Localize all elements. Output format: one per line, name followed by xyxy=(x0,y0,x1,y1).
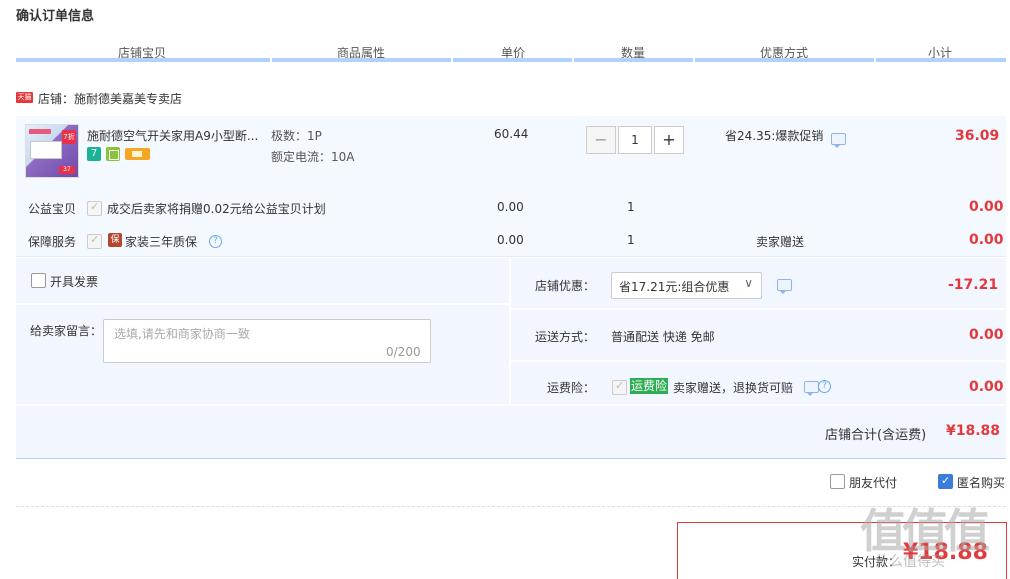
store-total-label: 店铺合计(含运费) xyxy=(825,428,927,443)
item-subtotal: 36.09 xyxy=(955,128,1000,144)
quantity-input[interactable]: 1 xyxy=(618,126,652,154)
watermark-text: 什么值得买 xyxy=(875,554,945,570)
help-icon[interactable]: ? xyxy=(818,380,831,393)
divider xyxy=(511,308,1006,310)
shipping-value: 普通配送 快递 免邮 xyxy=(611,330,715,344)
warranty-label: 保障服务 xyxy=(28,235,77,249)
store-discount-amount: -17.21 xyxy=(948,277,999,293)
quantity-stepper: − 1 + xyxy=(586,126,684,154)
chat-bubble-icon[interactable] xyxy=(777,279,792,294)
quantity-minus-button[interactable]: − xyxy=(586,126,616,154)
warranty-desc: 家装三年质保 xyxy=(125,235,198,249)
friend-pay-label[interactable]: 朋友代付 xyxy=(849,474,897,491)
header-underline xyxy=(453,58,572,62)
chat-bubble-icon[interactable] xyxy=(804,381,819,396)
warranty-price: 0.00 xyxy=(497,233,524,247)
quantity-plus-button[interactable]: + xyxy=(654,126,684,154)
freight-insurance-desc: 卖家赠送，退换货可赔 xyxy=(673,381,794,395)
freight-insurance-checkbox[interactable] xyxy=(612,379,627,395)
invoice-label[interactable]: 开具发票 xyxy=(50,273,98,290)
guarantee-icon xyxy=(106,147,120,161)
shipping-label: 运送方式： xyxy=(535,330,596,344)
attr-current: 额定电流：10A xyxy=(271,150,355,164)
charity-price: 0.00 xyxy=(497,200,524,214)
divider xyxy=(16,506,1006,508)
header-underline xyxy=(574,58,693,62)
invoice-checkbox[interactable] xyxy=(31,273,46,288)
remark-char-count: 0/200 xyxy=(386,345,421,359)
chat-bubble-icon[interactable] xyxy=(831,133,846,148)
product-name-link[interactable]: 施耐德空气开关家用A9小型断... xyxy=(87,127,258,144)
warranty-discount: 卖家赠送 xyxy=(756,235,805,249)
header-underline xyxy=(876,58,1006,62)
shipping-amount: 0.00 xyxy=(969,327,1004,343)
freight-insurance-badge: 运费险 xyxy=(630,378,668,394)
anonymous-checkbox[interactable] xyxy=(938,474,953,489)
charity-subtotal: 0.00 xyxy=(969,199,1004,215)
seven-day-return-icon: 7 xyxy=(87,147,101,161)
warranty-checkbox[interactable] xyxy=(87,233,102,249)
credit-card-icon xyxy=(125,148,150,160)
tmall-icon: 天猫 xyxy=(16,92,33,103)
warranty-shield-icon: 保 xyxy=(108,233,122,247)
store-total-amount: ¥18.88 xyxy=(946,423,1001,439)
charity-label: 公益宝贝 xyxy=(28,202,77,216)
warranty-qty: 1 xyxy=(627,233,635,247)
thumb-discount-tag: 7折 xyxy=(62,130,76,144)
freight-insurance-label: 运费险： xyxy=(547,381,596,395)
store-discount-select[interactable]: 省17.21元:组合优惠 ∨ xyxy=(611,272,762,299)
help-icon[interactable]: ? xyxy=(209,235,222,248)
header-underline xyxy=(695,58,874,62)
header-underline xyxy=(16,58,270,62)
thumb-product-image xyxy=(30,141,62,159)
thumb-price-tag: 37 xyxy=(59,166,75,174)
store-name-link[interactable]: 店铺：施耐德美嘉美专卖店 xyxy=(38,90,182,107)
charity-qty: 1 xyxy=(627,200,635,214)
thumb-stripe xyxy=(29,129,51,134)
remark-label: 给卖家留言： xyxy=(30,324,103,338)
warranty-subtotal: 0.00 xyxy=(969,232,1004,248)
product-thumbnail[interactable]: 7折 37 xyxy=(25,124,79,178)
chevron-down-icon: ∨ xyxy=(744,276,753,290)
attr-poles: 极数：1P xyxy=(271,129,322,143)
charity-checkbox[interactable] xyxy=(87,200,102,216)
divider xyxy=(16,303,509,305)
anonymous-label[interactable]: 匿名购买 xyxy=(957,474,1005,491)
divider xyxy=(509,258,511,404)
store-discount-selected: 省17.21元:组合优惠 xyxy=(619,280,730,294)
remark-placeholder: 选填,请先和商家协商一致 xyxy=(114,327,250,341)
item-discount-text: 省24.35:爆款促销 xyxy=(725,129,824,143)
page-title: 确认订单信息 xyxy=(16,9,95,24)
store-discount-label: 店铺优惠： xyxy=(535,279,596,293)
header-underline xyxy=(272,58,451,62)
divider xyxy=(16,404,1006,406)
unit-price: 60.44 xyxy=(494,127,529,141)
freight-insurance-amount: 0.00 xyxy=(969,379,1004,395)
charity-desc: 成交后卖家将捐赠0.02元给公益宝贝计划 xyxy=(107,202,326,216)
friend-pay-checkbox[interactable] xyxy=(830,474,845,489)
divider xyxy=(511,360,1006,362)
